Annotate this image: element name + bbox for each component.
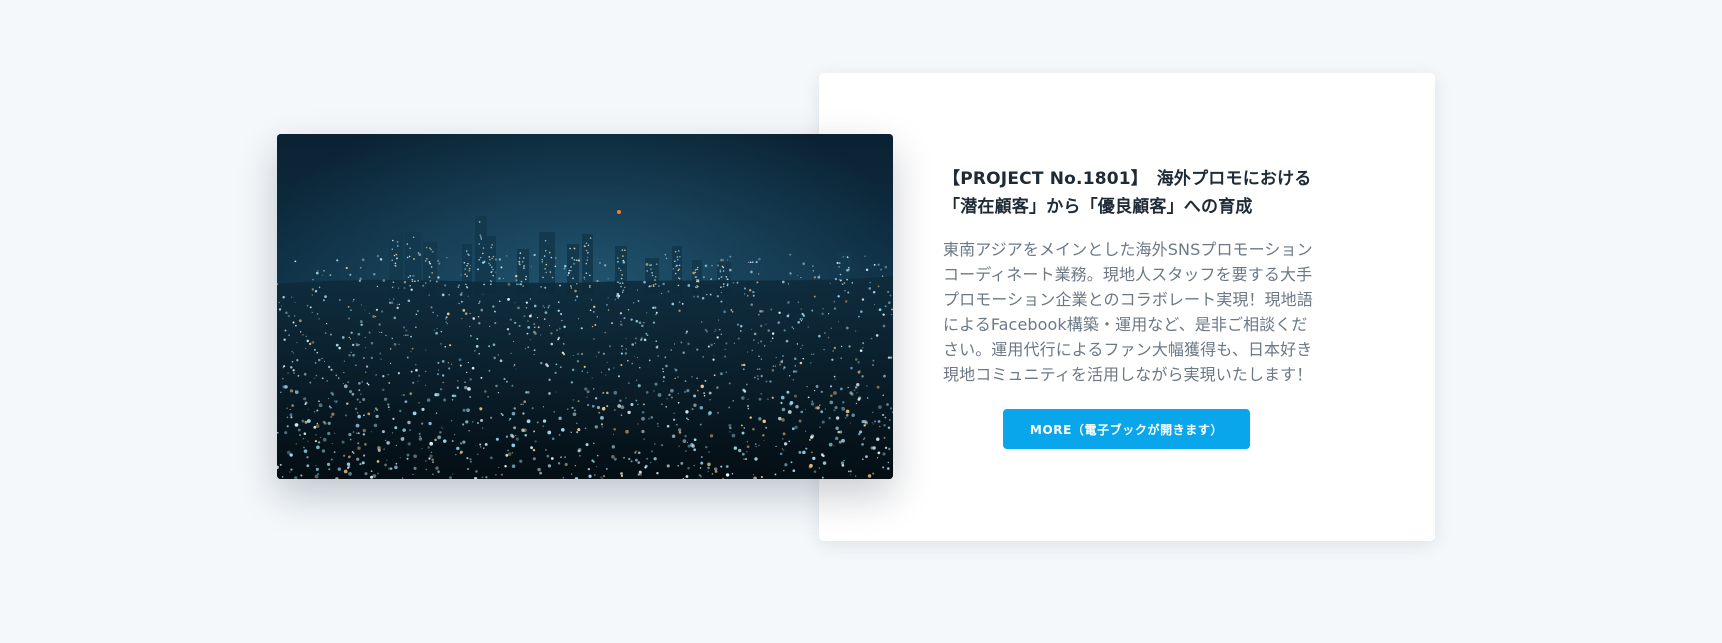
project-card: 【PROJECT No.1801】 海外プロモにおける 「潜在顧客」から「優良顧… <box>819 73 1435 541</box>
more-button[interactable]: MORE（電子ブックが開きます） <box>1003 409 1250 449</box>
city-photo-graphic <box>277 134 893 479</box>
project-description: 東南アジアをメインとした海外SNSプロモーション コーディネート業務。現地人スタ… <box>943 240 1313 384</box>
project-title: 【PROJECT No.1801】 海外プロモにおける 「潜在顧客」から「優良顧… <box>943 169 1312 217</box>
project-card-content: 【PROJECT No.1801】 海外プロモにおける 「潜在顧客」から「優良顧… <box>943 165 1315 387</box>
night-city-skyline-image <box>277 134 893 479</box>
